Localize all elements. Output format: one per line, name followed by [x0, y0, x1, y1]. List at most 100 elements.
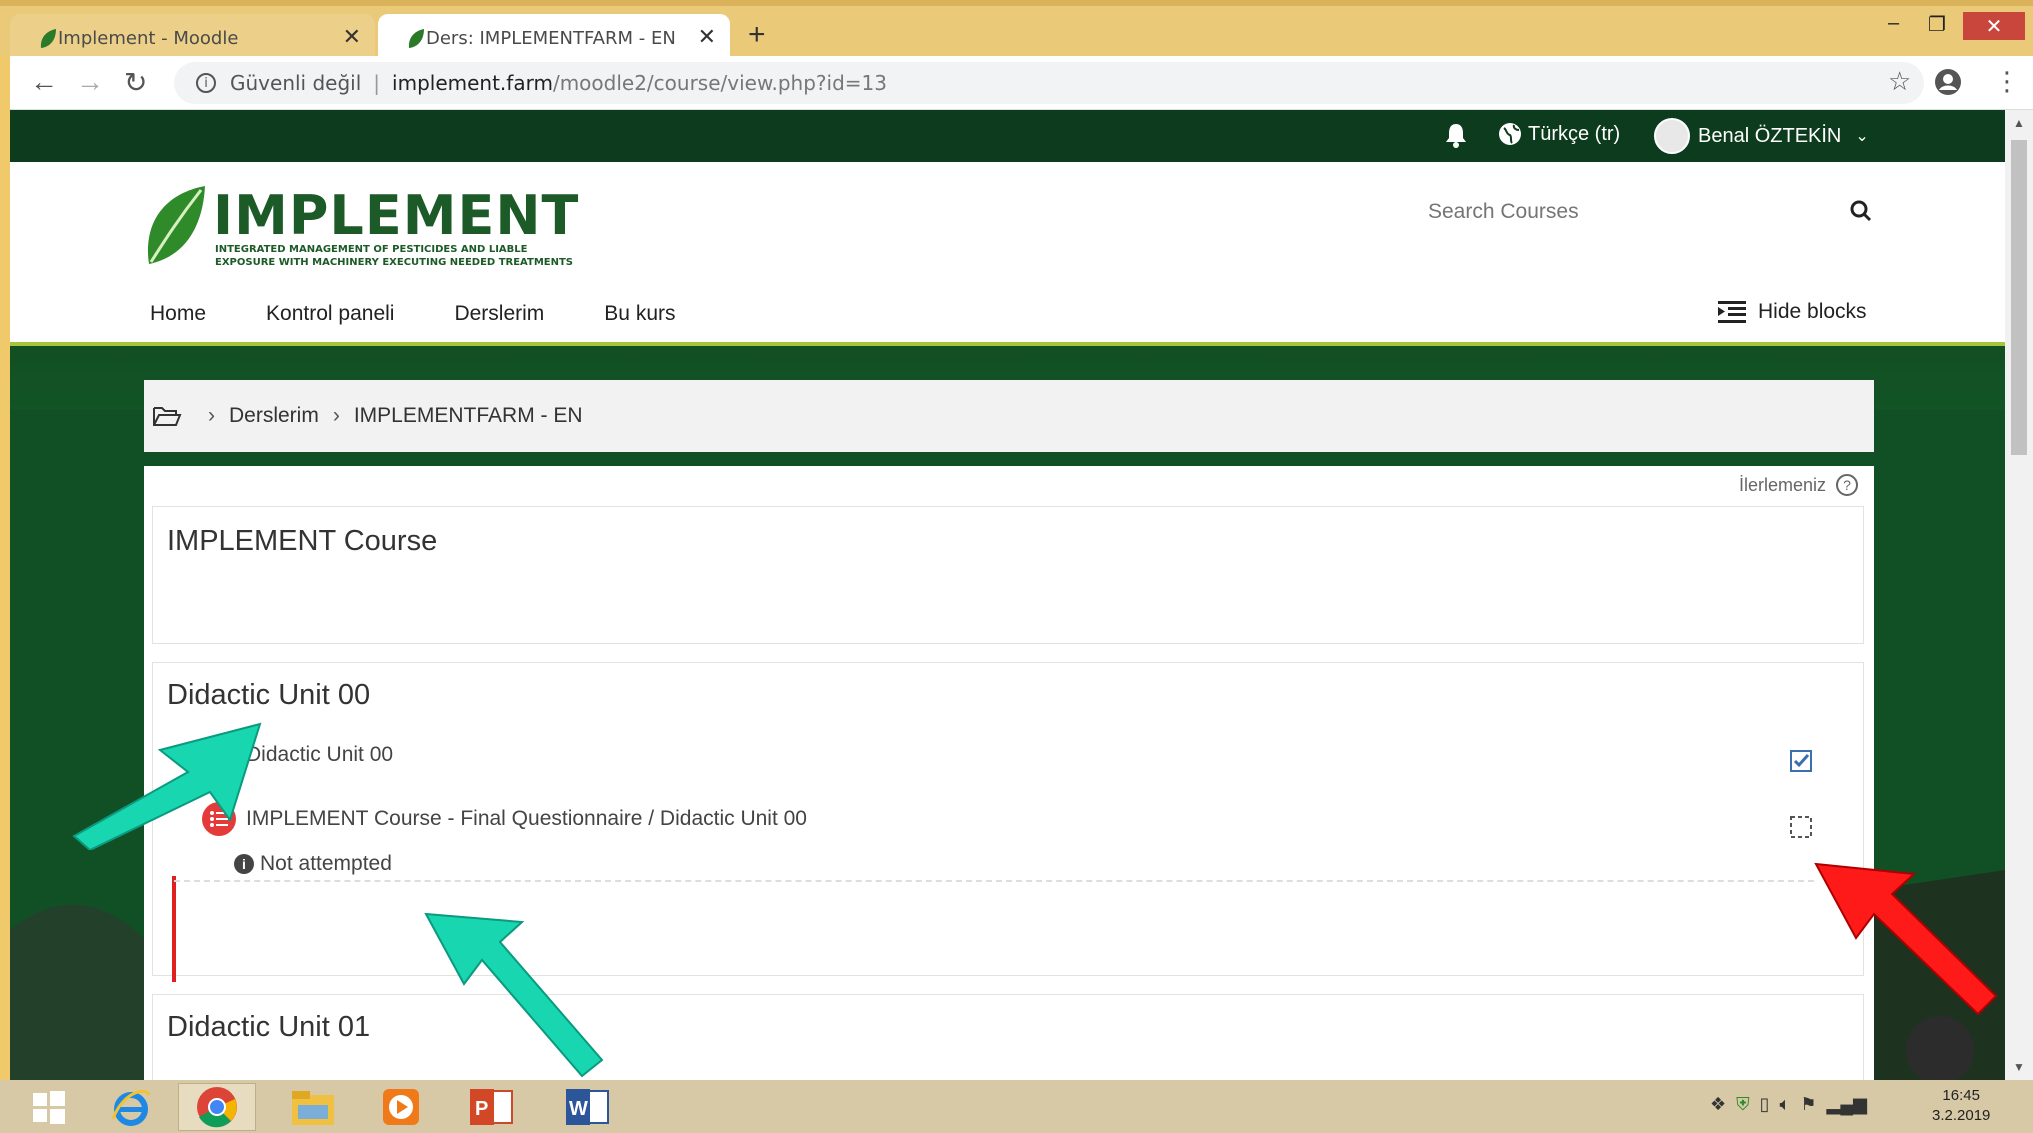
url-path: /moodle2/course/view.php?id=13 [552, 71, 887, 95]
tab-course[interactable]: Ders: IMPLEMENTFARM - EN ✕ [378, 14, 730, 62]
notifications-bell-icon[interactable] [1444, 122, 1468, 148]
site-header: IMPLEMENT INTEGRATED MANAGEMENT OF PESTI… [10, 162, 2005, 346]
globe-icon [1499, 123, 1521, 145]
internet-explorer-icon[interactable] [92, 1083, 170, 1131]
chevron-right-icon: › [332, 404, 340, 427]
progress-text: İlerlemeniz [1738, 474, 1826, 495]
clock-time: 16:45 [1942, 1087, 1980, 1104]
reload-icon[interactable]: ↻ [124, 66, 147, 99]
scroll-up-icon[interactable]: ▲ [2013, 116, 2025, 130]
separator: | [373, 71, 381, 95]
minimize-icon[interactable]: – [1888, 12, 1899, 35]
tab-title: Ders: IMPLEMENTFARM - EN [426, 27, 676, 49]
hide-blocks-icon [1718, 301, 1746, 323]
window-close-button[interactable]: ✕ [1963, 12, 2025, 40]
hide-blocks-label: Hide blocks [1758, 300, 1867, 323]
scroll-thumb[interactable] [2011, 140, 2027, 455]
annotation-arrow-teal [72, 722, 262, 850]
restore-icon[interactable]: ❐ [1928, 12, 1946, 37]
completion-checked-icon[interactable] [1790, 750, 1812, 772]
close-tab-icon[interactable]: ✕ [698, 25, 716, 50]
network-signal-icon[interactable]: ▂▄▆ [1827, 1094, 1867, 1115]
forward-icon[interactable]: → [76, 66, 104, 98]
section-title: Didactic Unit 00 [167, 679, 371, 711]
avatar [1654, 118, 1690, 154]
breadcrumb-derslerim[interactable]: Derslerim [229, 404, 319, 428]
nav-my-courses[interactable]: Derslerim [454, 302, 544, 326]
scroll-down-icon[interactable]: ▼ [2013, 1060, 2025, 1074]
info-icon[interactable]: i [196, 73, 216, 93]
file-explorer-icon[interactable] [274, 1083, 352, 1131]
moodle-topbar: Türkçe (tr) Benal ÖZTEKİN ⌄ [10, 110, 2005, 162]
page-viewport: Türkçe (tr) Benal ÖZTEKİN ⌄ IMPLEMENT IN… [10, 110, 2005, 1080]
back-icon[interactable]: ← [30, 66, 58, 98]
security-shield-icon[interactable]: ⛨ [1736, 1094, 1750, 1115]
progress-label: İlerlemeniz ? [1739, 474, 1858, 496]
battery-icon[interactable]: ▯ [1760, 1094, 1770, 1115]
svg-text:W: W [569, 1098, 588, 1120]
user-name: Benal ÖZTEKİN [1698, 124, 1842, 147]
chevron-right-icon: › [208, 404, 215, 427]
folder-open-icon[interactable] [152, 404, 182, 428]
status-text: Not attempted [260, 852, 392, 875]
tab-implement-moodle[interactable]: Implement - Moodle ✕ [10, 14, 375, 62]
search-icon[interactable] [1850, 200, 1872, 222]
leaf-logo-icon [147, 186, 205, 264]
chrome-taskbar-icon[interactable] [178, 1083, 256, 1131]
logo-wordmark: IMPLEMENT [213, 184, 580, 247]
user-menu[interactable]: Benal ÖZTEKİN ⌄ [1654, 118, 1869, 154]
media-player-icon[interactable] [362, 1083, 440, 1131]
info-icon: i [234, 854, 254, 874]
new-tab-button[interactable]: + [748, 18, 766, 52]
course-search [1410, 192, 1890, 232]
logo-tagline-2: EXPOSURE WITH MACHINERY EXECUTING NEEDED… [215, 257, 574, 268]
help-icon[interactable]: ? [1836, 474, 1858, 496]
leaf-favicon-icon [408, 29, 424, 48]
system-tray: ❖ ⛨ ▯ 🔈︎ ⚑ ▂▄▆ [1710, 1094, 1867, 1115]
nav-this-course[interactable]: Bu kurs [604, 302, 675, 326]
bookmark-star-icon[interactable]: ☆ [1888, 66, 1911, 97]
browser-toolbar: ← → ↻ i Güvenli değil | implement.farm /… [10, 56, 2033, 110]
completion-unchecked-icon[interactable] [1790, 816, 1812, 838]
nav-dashboard[interactable]: Kontrol paneli [266, 302, 394, 326]
divider [174, 880, 1814, 882]
primary-nav: Home Kontrol paneli Derslerim Bu kurs [150, 302, 676, 326]
dropbox-icon[interactable]: ❖ [1710, 1094, 1726, 1115]
site-logo[interactable]: IMPLEMENT INTEGRATED MANAGEMENT OF PESTI… [143, 184, 578, 268]
url-host: implement.farm [392, 71, 553, 95]
security-label: Güvenli değil [230, 71, 362, 95]
language-menu[interactable]: Türkçe (tr) [1498, 122, 1620, 146]
word-icon[interactable]: W [548, 1083, 626, 1131]
search-input[interactable] [1410, 192, 1810, 232]
logo-tagline-1: INTEGRATED MANAGEMENT OF PESTICIDES AND … [215, 244, 528, 255]
address-bar[interactable]: i Güvenli değil | implement.farm /moodle… [174, 62, 1924, 104]
clock-date: 3.2.2019 [1932, 1107, 1991, 1124]
breadcrumb-course[interactable]: IMPLEMENTFARM - EN [354, 404, 583, 428]
hide-blocks-button[interactable]: Hide blocks [1718, 300, 1867, 324]
section-title: IMPLEMENT Course [167, 525, 438, 557]
start-button[interactable] [14, 1083, 84, 1131]
system-clock[interactable]: 16:45 3.2.2019 [1932, 1086, 1990, 1126]
annotation-arrow-teal [424, 912, 604, 1078]
activity-questionnaire[interactable]: IMPLEMENT Course - Final Questionnaire /… [202, 802, 807, 836]
powerpoint-icon[interactable]: P [452, 1083, 530, 1131]
svg-text:P: P [475, 1098, 488, 1120]
profile-icon[interactable] [1934, 68, 1962, 96]
windows-logo-icon [33, 1091, 65, 1124]
windows-taskbar: P W ❖ ⛨ ▯ 🔈︎ ⚑ ▂▄▆ 16:45 3.2.2019 [0, 1080, 2033, 1133]
chevron-down-icon: ⌄ [1855, 128, 1869, 145]
language-label: Türkçe (tr) [1528, 122, 1621, 145]
flag-icon[interactable]: ⚑ [1800, 1094, 1816, 1115]
activity-status: i Not attempted [234, 852, 392, 876]
restriction-bar [172, 876, 176, 982]
nav-home[interactable]: Home [150, 302, 206, 326]
section-unit-01: Didactic Unit 01 [152, 994, 1864, 1080]
tab-title: Implement - Moodle [58, 27, 239, 49]
page-scrollbar[interactable]: ▲ ▼ [2005, 110, 2033, 1080]
section-general: IMPLEMENT Course [152, 506, 1864, 644]
menu-kebab-icon[interactable]: ⋮ [1994, 66, 2020, 97]
close-tab-icon[interactable]: ✕ [343, 25, 361, 50]
course-content: İlerlemeniz ? IMPLEMENT Course Didactic … [144, 466, 1874, 1080]
activity-label: IMPLEMENT Course - Final Questionnaire /… [246, 807, 807, 830]
volume-icon[interactable]: 🔈︎ [1780, 1094, 1791, 1115]
